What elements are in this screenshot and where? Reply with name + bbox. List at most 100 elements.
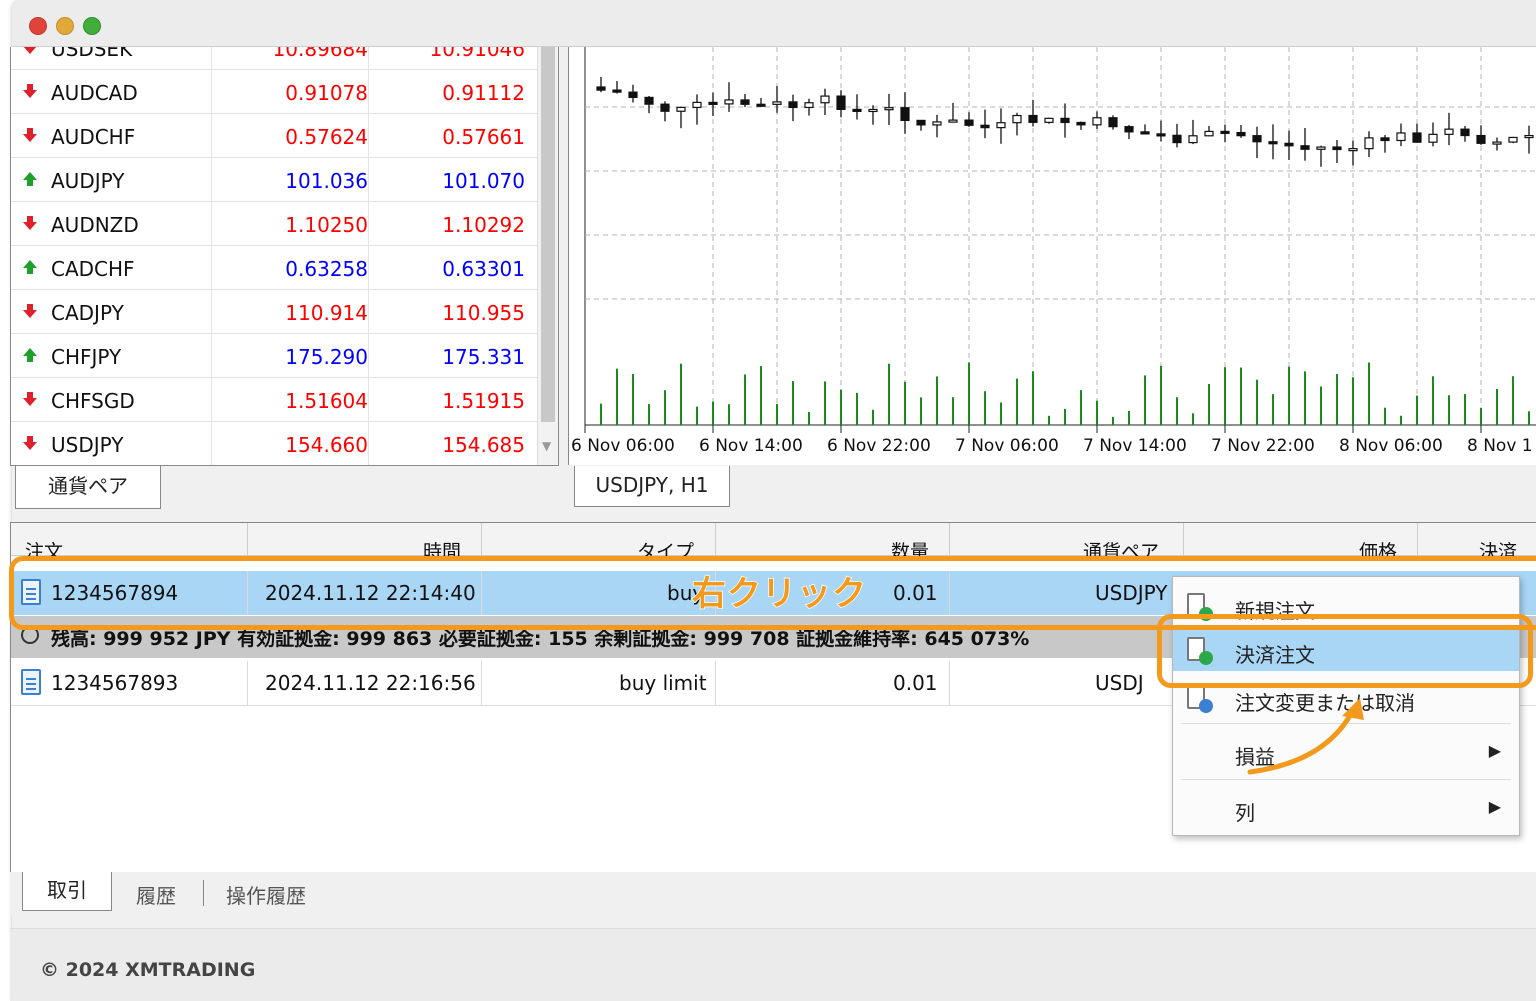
tab-divider [203,880,204,906]
ask-price: 10.91046 [429,47,525,61]
price-chart[interactable]: 6 Nov 06:00 6 Nov 14:00 6 Nov 22:00 7 Nov 0… [568,47,1536,465]
candle-body [628,91,638,99]
time-axis-label: 6 Nov 06:00 [571,436,675,456]
market-watch-scrollbar[interactable]: ▼ [537,47,558,465]
bid-price: 154.660 [285,433,368,457]
candle-body [1412,132,1422,143]
bid-price: 10.89684 [272,47,368,61]
candle-body [1252,135,1262,143]
menu-item-columns[interactable]: 列 ▶ [1173,785,1519,829]
scrollbar-thumb[interactable] [541,47,555,422]
candle-body [820,95,830,104]
time-axis-label: 7 Nov 06:00 [955,436,1059,456]
candle-body [708,101,718,105]
bid-price: 175.290 [285,345,368,369]
time-axis-label: 8 Nov 06:00 [1339,436,1443,456]
candle-body [756,103,766,107]
market-watch-row[interactable]: CHFSGD 1.51604 1.51915 [11,378,538,422]
minimize-window-button[interactable] [56,17,74,35]
candle-body [964,119,974,126]
candle-body [1444,128,1454,135]
ask-price: 0.91112 [442,81,525,105]
candle-body [836,95,846,111]
callout-arrow-icon [1247,698,1364,775]
symbol-name: USDJPY [51,433,124,457]
market-watch-row[interactable]: CADCHF 0.63258 0.63301 [11,246,538,290]
time-axis-label: 7 Nov 22:00 [1211,436,1315,456]
right-click-callout: 右クリック [691,573,867,615]
candle-body [980,124,990,129]
candle-body [1332,146,1342,151]
tab-operation-history[interactable]: 操作履歴 [226,880,306,909]
copyright-text: © 2024 XMTRADING [40,959,256,981]
market-watch-row[interactable]: USDSEK 10.89684 10.91046 [11,47,538,70]
gear-badge-icon [1199,699,1213,713]
candle-body [1396,132,1406,142]
scroll-down-icon[interactable]: ▼ [542,439,551,453]
candle-body [788,101,798,109]
tab-currency-pairs[interactable]: 通貨ペア [15,466,161,509]
candle-body [1268,141,1278,145]
market-watch-row[interactable]: AUDJPY 101.036 101.070 [11,158,538,202]
candle-body [1492,141,1502,145]
order-time: 2024.11.12 22:16:56 [265,671,476,695]
order-symbol: USDJ [1095,671,1144,695]
market-watch-row[interactable]: AUDNZD 1.10250 1.10292 [11,202,538,246]
bid-price: 0.57624 [285,125,368,149]
market-watch-row[interactable]: AUDCHF 0.57624 0.57661 [11,114,538,158]
candle-body [1348,148,1358,152]
candle-body [692,101,702,109]
candle-body [1092,117,1102,126]
candle-body [932,121,942,126]
symbol-name: USDSEK [51,47,133,61]
arrow-down-icon [23,392,37,406]
candle-body [1476,134,1486,144]
symbol-name: AUDCHF [51,125,136,149]
candle-body [916,119,926,126]
candle-body [948,119,958,123]
ask-price: 175.331 [442,345,525,369]
candle-body [772,101,782,105]
ask-price: 1.51915 [442,389,525,413]
candle-body [596,86,606,91]
tab-chart-usdjpy[interactable]: USDJPY, H1 [574,466,730,507]
tab-history[interactable]: 履歴 [136,880,176,909]
market-watch-row[interactable]: CHFJPY 175.290 175.331 [11,334,538,378]
arrow-down-icon [23,84,37,98]
candle-body [612,89,622,93]
candle-body [1124,126,1134,133]
market-watch-row[interactable]: USDJPY 154.660 154.685 [11,422,538,465]
maximize-window-button[interactable] [83,17,101,35]
title-bar [12,0,1536,47]
candle-body [1380,137,1390,142]
candle-body [740,99,750,105]
candle-body [1156,133,1166,137]
ask-price: 154.685 [442,433,525,457]
order-volume: 0.01 [893,671,938,695]
candle-body [1204,130,1214,137]
candle-body [1284,142,1294,147]
candle-body [1364,137,1374,150]
ask-price: 0.57661 [442,125,525,149]
candle-body [660,103,670,112]
candle-body [1460,128,1470,137]
candle-body [1508,136,1518,143]
time-axis-label: 6 Nov 22:00 [827,436,931,456]
candle-body [676,106,686,112]
candle-body [1140,131,1150,135]
candle-body [1316,146,1326,150]
order-type: buy limit [619,671,707,695]
chart-canvas[interactable]: 6 Nov 06:00 6 Nov 14:00 6 Nov 22:00 7 Nov 0… [569,47,1536,465]
close-window-button[interactable] [29,17,47,35]
candle-body [1060,117,1070,124]
candle-body [1108,117,1118,128]
arrow-down-icon [23,128,37,142]
candle-body [868,108,878,113]
highlight-close-order-item [1157,614,1533,688]
time-axis-label: 6 Nov 14:00 [699,436,803,456]
tab-trade[interactable]: 取引 [22,872,112,911]
arrow-down-icon [23,47,37,54]
market-watch-row[interactable]: AUDCAD 0.91078 0.91112 [11,70,538,114]
market-watch-row[interactable]: CADJPY 110.914 110.955 [11,290,538,334]
candle-body [1220,130,1230,134]
